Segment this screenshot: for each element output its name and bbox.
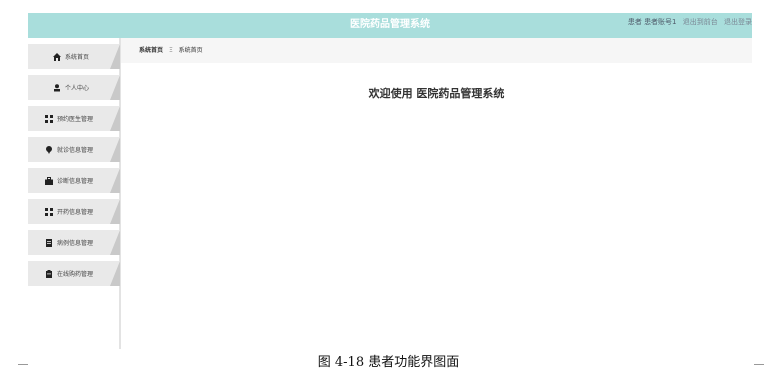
logout-link[interactable]: 退出登录 (724, 18, 752, 26)
sidebar-item-label: 诊断信息管理 (57, 178, 94, 185)
welcome-message: 欢迎使用 医院药品管理系统 (368, 87, 505, 100)
home-icon (52, 52, 62, 62)
breadcrumb: 系统首页 Ξ 系统首页 (121, 38, 752, 63)
sidebar-item-prescription[interactable]: 开药信息管理 (28, 199, 120, 224)
sidebar-item-home[interactable]: 系统首页 (28, 44, 120, 69)
sidebar-item-diagnosis[interactable]: 诊断信息管理 (28, 168, 120, 193)
sidebar-item-label: 病例信息管理 (57, 240, 94, 247)
sidebar-menu: 系统首页 个人中心 预约医生管理 就诊信息管理 诊断信息管理 开药信息管理 病例… (28, 38, 121, 349)
briefcase-icon (44, 176, 54, 186)
figure-caption: 图 4-18 患者功能界图面 (317, 355, 460, 370)
clipboard-icon (44, 269, 54, 279)
sidebar-item-label: 预约医生管理 (57, 116, 94, 123)
sidebar-item-label: 就诊信息管理 (57, 147, 94, 154)
user-info-bar: 患者 患者账号1 退出到前台 退出登录 (628, 13, 752, 31)
breadcrumb-root-link[interactable]: 系统首页 (139, 47, 163, 54)
sidebar-item-label: 系统首页 (65, 54, 90, 61)
menu-tab-decoration (110, 106, 120, 131)
sidebar-item-visit[interactable]: 就诊信息管理 (28, 137, 120, 162)
sidebar-item-appointment[interactable]: 预约医生管理 (28, 106, 120, 131)
exit-to-front-link[interactable]: 退出到前台 (683, 18, 718, 26)
menu-tab-decoration (110, 44, 120, 69)
user-role: 患者 (627, 18, 642, 26)
page-corner-mark (18, 364, 28, 375)
sidebar-item-case[interactable]: 病例信息管理 (28, 230, 120, 255)
sidebar-item-label: 个人中心 (65, 85, 90, 92)
pin-icon (44, 145, 54, 155)
page-corner-mark (754, 364, 764, 375)
menu-tab-decoration (110, 137, 120, 162)
breadcrumb-current: 系统首页 (178, 47, 203, 54)
sidebar-item-label: 开药信息管理 (57, 209, 94, 216)
menu-tab-decoration (110, 75, 120, 100)
grid-icon (44, 114, 54, 124)
grid-icon (44, 207, 54, 217)
sidebar-item-online-purchase[interactable]: 在线购药管理 (28, 261, 120, 286)
breadcrumb-separator: Ξ (168, 47, 173, 54)
menu-tab-decoration (110, 168, 120, 193)
app-window: 医院药品管理系统 患者 患者账号1 退出到前台 退出登录 系统首页 个人中心 预… (28, 13, 752, 349)
menu-tab-decoration (110, 199, 120, 224)
user-icon (52, 83, 62, 93)
menu-tab-decoration (110, 230, 120, 255)
sidebar-item-label: 在线购药管理 (57, 271, 94, 278)
top-header-bar: 医院药品管理系统 患者 患者账号1 退出到前台 退出登录 (28, 13, 752, 38)
user-name: 患者账号1 (644, 18, 677, 26)
sidebar-item-profile[interactable]: 个人中心 (28, 75, 120, 100)
document-icon (44, 238, 54, 248)
menu-tab-decoration (110, 261, 120, 286)
